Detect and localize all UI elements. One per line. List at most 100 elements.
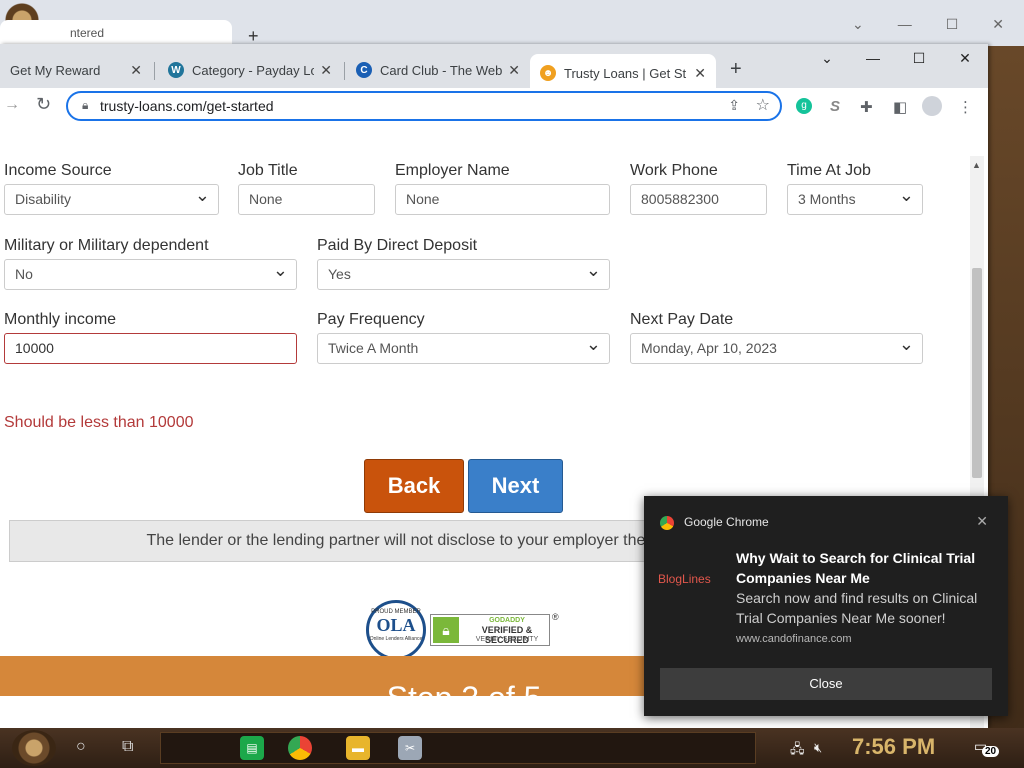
pay-frequency-label: Pay Frequency [317, 311, 425, 328]
work-phone-label: Work Phone [630, 162, 718, 179]
job-title-input[interactable]: None [238, 184, 375, 215]
godaddy-security-badge[interactable]: 🔒︎ GODADDY VERIFIED & SECURED VERIFY SEC… [430, 614, 550, 646]
monthly-income-label: Monthly income [4, 311, 117, 328]
wordpress-icon: W [168, 62, 184, 78]
file-explorer-icon[interactable]: ▬ [346, 736, 370, 760]
work-phone-field: Work Phone 8005882300 [630, 162, 767, 215]
start-button-gear-icon[interactable] [12, 730, 56, 766]
chrome-taskbar-icon[interactable] [288, 736, 312, 760]
minimize-icon[interactable]: — [850, 50, 896, 67]
income-source-select[interactable]: Disability [4, 184, 219, 215]
maximize-icon[interactable]: ☐ [896, 50, 942, 67]
browser-toolbar: → ↻ 🔒︎ trusty-loans.com/get-started ⇪ ☆ … [0, 88, 988, 126]
trusty-loans-icon: ☻ [540, 65, 556, 81]
background-maximize-icon[interactable]: ☐ [946, 16, 959, 33]
volume-muted-icon[interactable]: 🔇︎ [814, 740, 822, 756]
notification-app-name: Google Chrome [684, 515, 769, 529]
pay-frequency-field: Pay Frequency Twice A Month [317, 311, 610, 364]
forward-icon[interactable]: → [4, 96, 20, 114]
godaddy-verify-text: VERIFY SECURITY [475, 636, 539, 643]
bookmark-star-icon[interactable]: ☆ [756, 95, 770, 115]
income-source-field: Income Source Disability [4, 162, 219, 215]
direct-deposit-select[interactable]: Yes [317, 259, 610, 290]
side-panel-icon[interactable]: ◧ [893, 98, 907, 116]
taskbar: ○ ⧉ ▤ ▬ ✂ 🖧︎ 🔇︎ 7:56 PM ▭ 20 [0, 728, 1024, 768]
tab-title: Card Club - The Web [380, 62, 503, 78]
military-select[interactable]: No [4, 259, 297, 290]
close-tab-icon[interactable]: ✕ [130, 62, 142, 79]
tab-trusty-loans[interactable]: ☻ Trusty Loans | Get St ✕ [530, 54, 716, 92]
new-tab-icon[interactable]: + [730, 58, 742, 81]
next-pay-date-select[interactable]: Monday, Apr 10, 2023 [630, 333, 923, 364]
profile-avatar[interactable] [922, 96, 942, 116]
godaddy-brand-text: GODADDY [489, 617, 525, 624]
notification-close-button[interactable]: Close [660, 668, 992, 700]
time-at-job-select[interactable]: 3 Months [787, 184, 923, 215]
extensions-puzzle-icon[interactable]: ✚ [860, 98, 873, 116]
notification-title: Why Wait to Search for Clinical Trial Co… [736, 550, 976, 586]
notification-body: Search now and find results on Clinical … [736, 590, 978, 626]
job-title-label: Job Title [238, 162, 298, 179]
close-tab-icon[interactable]: ✕ [694, 65, 706, 82]
close-tab-icon[interactable]: ✕ [320, 62, 332, 79]
military-label: Military or Military dependent [4, 237, 209, 254]
share-icon[interactable]: ⇪ [728, 97, 740, 114]
lock-icon[interactable]: 🔒︎ [82, 98, 88, 113]
snipping-tool-icon[interactable]: ✂ [398, 736, 422, 760]
chrome-notification[interactable]: Google Chrome ✕ BlogLines Why Wait to Se… [644, 496, 1008, 716]
close-window-icon[interactable]: ✕ [942, 50, 988, 67]
employer-name-field: Employer Name None [395, 162, 610, 215]
search-circle-icon[interactable]: ○ [76, 738, 86, 756]
background-minimize-icon[interactable]: — [898, 16, 912, 33]
background-tab-title: ntered [70, 26, 105, 40]
scroll-up-icon[interactable]: ▲ [972, 160, 981, 170]
ola-logo-text: OLA [376, 615, 416, 635]
bloglines-logo: BlogLines [658, 572, 711, 586]
time-at-job-label: Time At Job [787, 162, 871, 179]
tab-title: Trusty Loans | Get St [564, 65, 687, 81]
close-tab-icon[interactable]: ✕ [508, 62, 520, 79]
pay-frequency-select[interactable]: Twice A Month [317, 333, 610, 364]
next-button[interactable]: Next [468, 459, 563, 513]
scrollbar-thumb[interactable] [972, 268, 982, 478]
tab-title: Category - Payday Loa [192, 62, 315, 78]
s-extension-icon[interactable]: S [830, 98, 840, 115]
background-tab[interactable]: ntered [0, 20, 232, 46]
employer-name-input[interactable]: None [395, 184, 610, 215]
address-bar[interactable]: 🔒︎ trusty-loans.com/get-started ⇪ ☆ [66, 91, 782, 121]
direct-deposit-label: Paid By Direct Deposit [317, 237, 478, 254]
registered-mark: ® [552, 612, 559, 622]
monthly-income-error: Should be less than 10000 [4, 414, 194, 431]
ola-member-badge: PROUD MEMBER OLA Online Lenders Alliance [366, 600, 426, 660]
monthly-income-field: Monthly income 10000 [4, 311, 297, 364]
background-browser-window[interactable]: ntered + ⌄ — ☐ ✕ [0, 0, 1024, 46]
tab-category-payday[interactable]: W Category - Payday Loa ✕ [158, 54, 342, 86]
grammarly-extension-icon[interactable]: g [796, 98, 812, 114]
taskbar-clock[interactable]: 7:56 PM [852, 734, 935, 760]
notes-app-icon[interactable]: ▤ [240, 736, 264, 760]
tab-separator [154, 62, 155, 80]
work-phone-input[interactable]: 8005882300 [630, 184, 767, 215]
next-pay-date-field: Next Pay Date Monday, Apr 10, 2023 [630, 311, 923, 364]
tab-search-icon[interactable]: ⌄ [804, 50, 850, 67]
chrome-menu-icon[interactable]: ⋮ [958, 98, 973, 116]
tab-separator [344, 62, 345, 80]
notification-count-badge: 20 [982, 746, 1000, 757]
monthly-income-input[interactable]: 10000 [4, 333, 297, 364]
reload-icon[interactable]: ↻ [36, 94, 51, 115]
tab-card-club[interactable]: C Card Club - The Web ✕ [346, 54, 530, 86]
direct-deposit-field: Paid By Direct Deposit Yes [317, 237, 610, 290]
background-close-icon[interactable]: ✕ [992, 16, 1004, 33]
task-view-icon[interactable]: ⧉ [122, 738, 133, 756]
tab-get-my-reward[interactable]: Get My Reward ✕ [0, 54, 152, 86]
url-text[interactable]: trusty-loans.com/get-started [100, 98, 274, 114]
tab-strip: Get My Reward ✕ W Category - Payday Loa … [0, 44, 988, 92]
background-tab-search-icon[interactable]: ⌄ [852, 16, 864, 33]
notification-url: www.candofinance.com [736, 633, 852, 645]
income-source-label: Income Source [4, 162, 112, 179]
network-icon[interactable]: 🖧︎ [790, 740, 805, 762]
time-at-job-field: Time At Job 3 Months [787, 162, 923, 215]
employer-name-label: Employer Name [395, 162, 510, 179]
back-button[interactable]: Back [364, 459, 464, 513]
notification-close-icon[interactable]: ✕ [976, 513, 988, 530]
